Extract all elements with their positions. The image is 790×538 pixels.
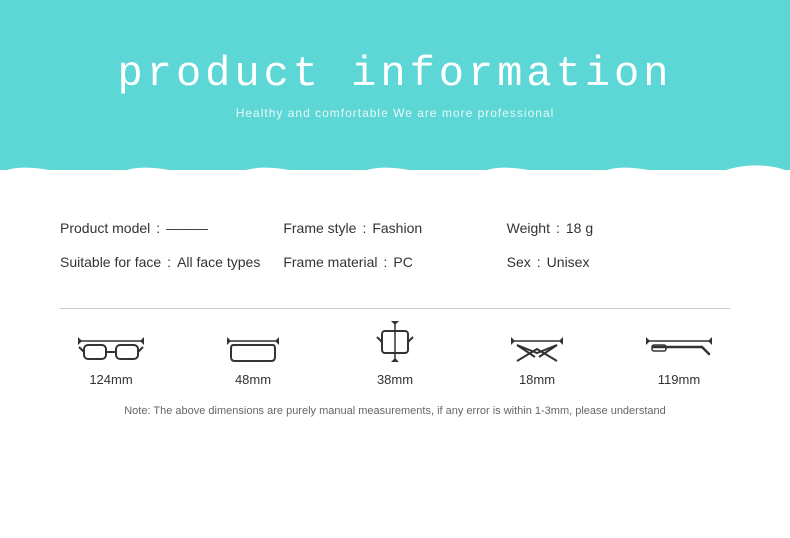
frame-style-separator: : xyxy=(362,220,366,236)
weight-item: Weight : 18 g xyxy=(507,220,730,236)
dimension-label-2: 48mm xyxy=(235,372,271,387)
dimension-item-2: 48mm xyxy=(218,319,288,387)
glasses-width-icon xyxy=(76,319,146,364)
info-row-2: Suitable for face : All face types Frame… xyxy=(60,254,730,270)
frame-style-label: Frame style xyxy=(283,220,356,236)
face-type-label: Suitable for face xyxy=(60,254,161,270)
lens-width-icon xyxy=(218,319,288,364)
frame-style-value: Fashion xyxy=(372,220,422,236)
dimension-item-4: 18mm xyxy=(502,319,572,387)
dimension-label-3: 38mm xyxy=(377,372,413,387)
sex-separator: : xyxy=(537,254,541,270)
page-title: product information xyxy=(118,50,673,98)
frame-style-item: Frame style : Fashion xyxy=(283,220,506,236)
product-model-label: Product model xyxy=(60,220,150,236)
face-type-value: All face types xyxy=(177,254,260,270)
frame-material-separator: : xyxy=(383,254,387,270)
dimension-item-1: 124mm xyxy=(76,319,146,387)
wave-decoration xyxy=(0,152,790,192)
face-type-separator: : xyxy=(167,254,171,270)
lens-height-icon xyxy=(360,319,430,364)
weight-label: Weight xyxy=(507,220,550,236)
frame-material-label: Frame material xyxy=(283,254,377,270)
info-row-1: Product model : ——— Frame style : Fashio… xyxy=(60,220,730,236)
bridge-width-icon xyxy=(502,319,572,364)
temple-length-icon xyxy=(644,319,714,364)
dimension-label-4: 18mm xyxy=(519,372,555,387)
sex-item: Sex : Unisex xyxy=(507,254,730,270)
frame-material-item: Frame material : PC xyxy=(283,254,506,270)
product-model-separator: : xyxy=(156,220,160,236)
weight-value: 18 g xyxy=(566,220,593,236)
face-type-item: Suitable for face : All face types xyxy=(60,254,283,270)
dimension-label-1: 124mm xyxy=(89,372,132,387)
weight-separator: : xyxy=(556,220,560,236)
section-divider xyxy=(60,308,730,309)
product-model-item: Product model : ——— xyxy=(60,220,283,236)
note-text: Note: The above dimensions are purely ma… xyxy=(40,405,750,417)
product-model-value: ——— xyxy=(166,220,208,236)
header-subtitle: Healthy and comfortable We are more prof… xyxy=(236,106,555,120)
sex-value: Unisex xyxy=(547,254,590,270)
sex-label: Sex xyxy=(507,254,531,270)
dimension-label-5: 119mm xyxy=(658,372,700,387)
note-section: Note: The above dimensions are purely ma… xyxy=(0,387,790,417)
frame-material-value: PC xyxy=(393,254,412,270)
dimensions-section: 124mm 48mm 38mm xyxy=(0,319,790,387)
dimension-item-5: 119mm xyxy=(644,319,714,387)
dimension-item-3: 38mm xyxy=(360,319,430,387)
header-section: product information Healthy and comforta… xyxy=(0,0,790,170)
